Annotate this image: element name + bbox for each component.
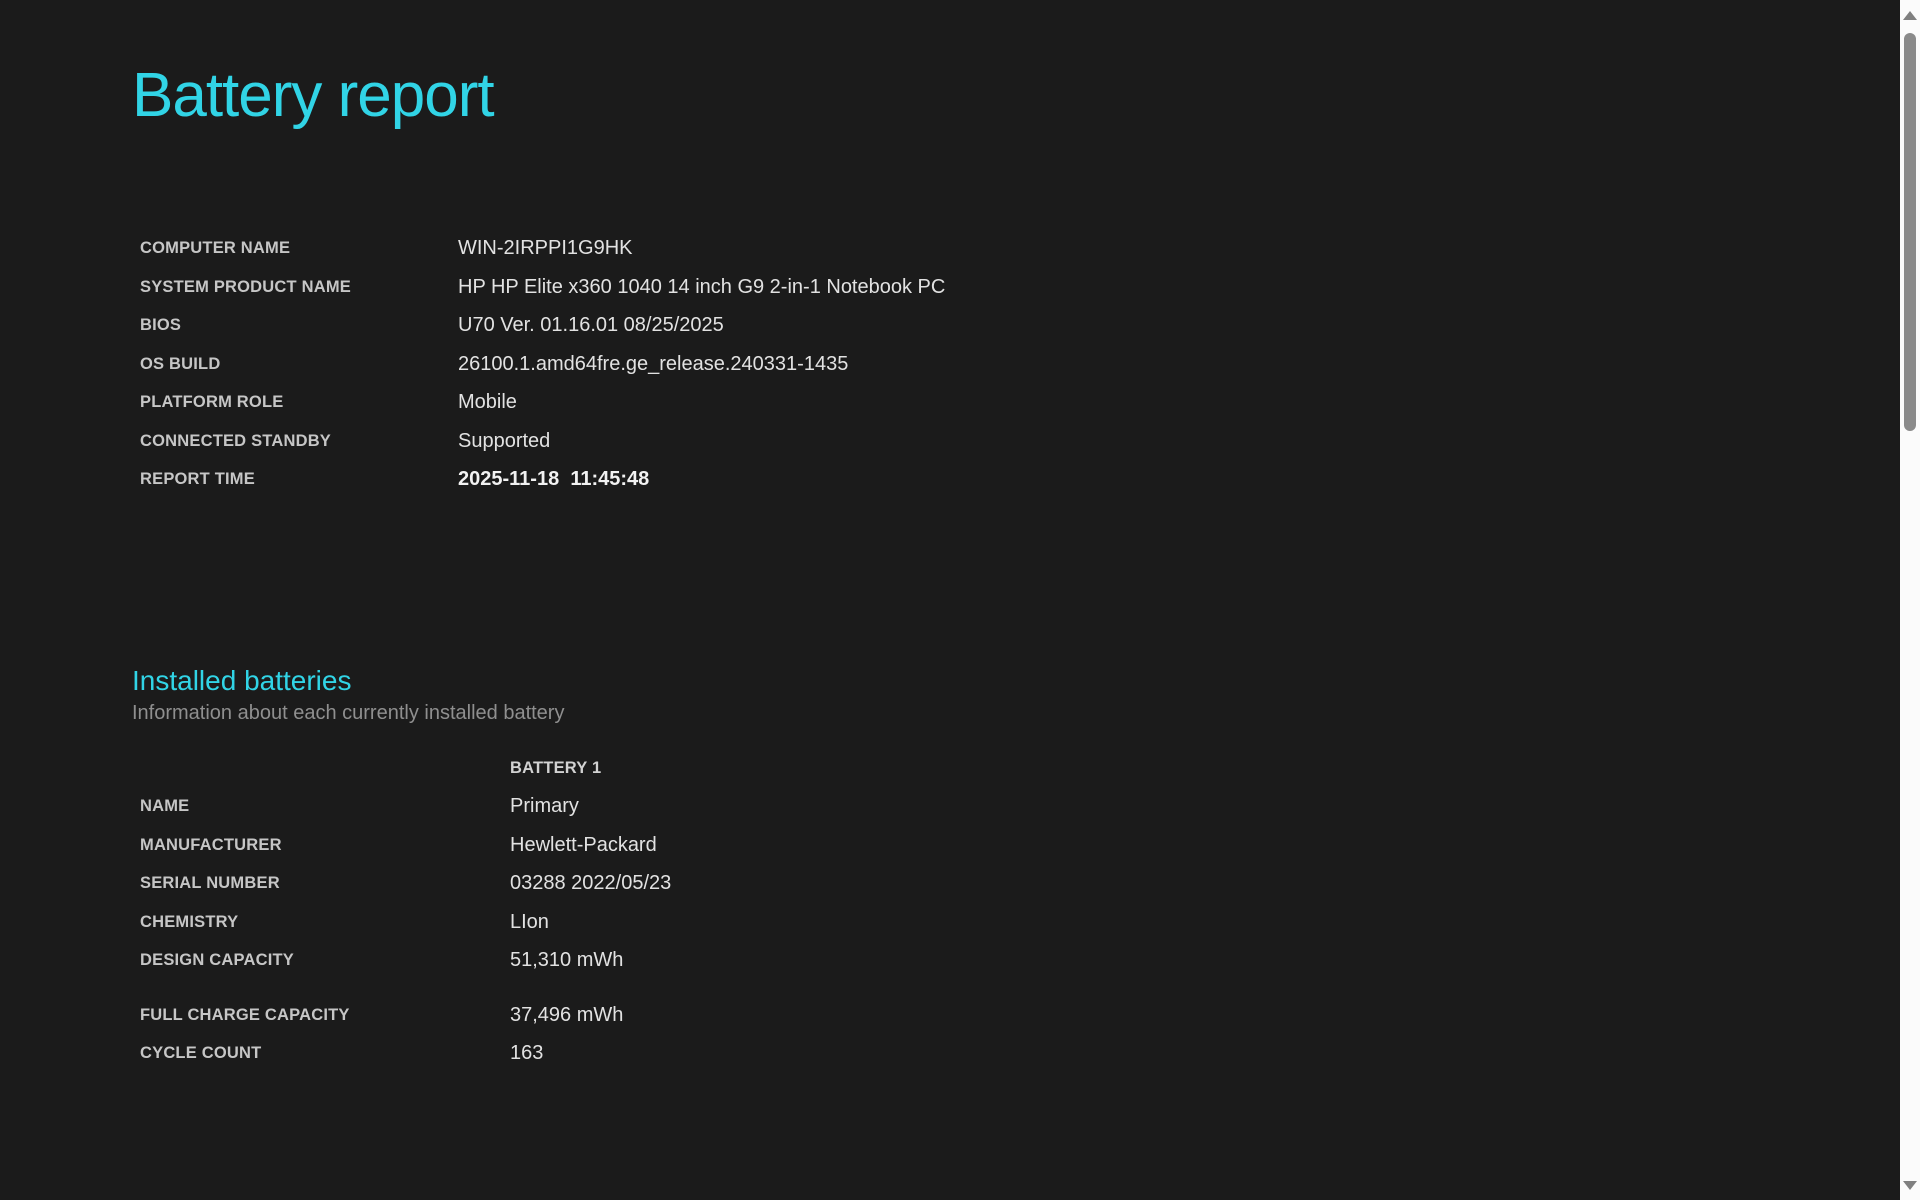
system-info-row: SYSTEM PRODUCT NAME HP HP Elite x360 104… xyxy=(140,268,1900,307)
recent-usage-heading: Recent usage xyxy=(132,1195,1900,1200)
scrollbar-thumb[interactable] xyxy=(1904,33,1916,431)
battery-value-manufacturer: Hewlett-Packard xyxy=(510,833,657,856)
info-value-report-time: 2025-11-18 11:45:48 xyxy=(458,468,650,491)
info-value-connected-standby: Supported xyxy=(458,429,551,452)
battery-column-header: BATTERY 1 xyxy=(510,758,602,777)
info-label-os-build: OS BUILD xyxy=(140,354,221,373)
battery-value-name: Primary xyxy=(510,795,579,818)
battery-row: CHEMISTRY LIon xyxy=(140,903,1900,942)
battery-label-manufacturer: MANUFACTURER xyxy=(140,835,282,854)
info-label-system-product-name: SYSTEM PRODUCT NAME xyxy=(140,277,351,296)
battery-row: FULL CHARGE CAPACITY 37,496 mWh xyxy=(140,996,1900,1035)
system-info-row: REPORT TIME 2025-11-18 11:45:48 xyxy=(140,460,1900,499)
battery-label-name: NAME xyxy=(140,797,190,816)
battery-row: DESIGN CAPACITY 51,310 mWh xyxy=(140,941,1900,980)
battery-value-design-capacity: 51,310 mWh xyxy=(510,949,624,972)
info-label-computer-name: COMPUTER NAME xyxy=(140,239,291,258)
battery-label-design-capacity: DESIGN CAPACITY xyxy=(140,951,294,970)
installed-batteries-subtitle: Information about each currently install… xyxy=(132,701,565,724)
battery-label-full-charge-capacity: FULL CHARGE CAPACITY xyxy=(140,1005,350,1024)
system-info-row: BIOS U70 Ver. 01.16.01 08/25/2025 xyxy=(140,306,1900,345)
installed-batteries-heading: Installed batteries xyxy=(132,664,352,696)
info-value-computer-name: WIN-2IRPPI1G9HK xyxy=(458,237,633,260)
battery-label-serial-number: SERIAL NUMBER xyxy=(140,874,280,893)
scrollbar[interactable] xyxy=(1900,0,1920,1200)
battery-row: SERIAL NUMBER 03288 2022/05/23 xyxy=(140,864,1900,903)
battery-row: CYCLE COUNT 163 xyxy=(140,1034,1900,1073)
scroll-up-button[interactable] xyxy=(1900,0,1920,30)
system-info-row: COMPUTER NAME WIN-2IRPPI1G9HK xyxy=(140,229,1900,268)
info-value-system-product-name: HP HP Elite x360 1040 14 inch G9 2-in-1 … xyxy=(458,275,946,298)
info-value-os-build: 26100.1.amd64fre.ge_release.240331-1435 xyxy=(458,352,849,375)
info-value-platform-role: Mobile xyxy=(458,391,517,414)
battery-table: BATTERY 1 NAME Primary MANUFACTURER Hewl… xyxy=(132,749,1900,1073)
battery-row: MANUFACTURER Hewlett-Packard xyxy=(140,826,1900,865)
info-label-connected-standby: CONNECTED STANDBY xyxy=(140,431,332,450)
info-label-platform-role: PLATFORM ROLE xyxy=(140,393,284,412)
battery-report-page: Battery report COMPUTER NAME WIN-2IRPPI1… xyxy=(0,60,1900,1200)
info-label-bios: BIOS xyxy=(140,316,182,335)
scroll-down-icon xyxy=(1903,1180,1917,1190)
scroll-down-button[interactable] xyxy=(1900,1170,1920,1200)
system-info-table: COMPUTER NAME WIN-2IRPPI1G9HK SYSTEM PRO… xyxy=(132,229,1900,499)
battery-label-chemistry: CHEMISTRY xyxy=(140,912,239,931)
system-info-row: OS BUILD 26100.1.amd64fre.ge_release.240… xyxy=(140,345,1900,384)
scroll-up-icon xyxy=(1903,10,1917,20)
battery-row: NAME Primary xyxy=(140,787,1900,826)
battery-label-cycle-count: CYCLE COUNT xyxy=(140,1044,262,1063)
info-label-report-time: REPORT TIME xyxy=(140,470,255,489)
battery-table-header-row: BATTERY 1 xyxy=(140,749,1900,788)
battery-value-cycle-count: 163 xyxy=(510,1042,544,1065)
battery-value-full-charge-capacity: 37,496 mWh xyxy=(510,1003,624,1026)
system-info-row: PLATFORM ROLE Mobile xyxy=(140,383,1900,422)
page-title: Battery report xyxy=(132,61,495,130)
info-value-bios: U70 Ver. 01.16.01 08/25/2025 xyxy=(458,314,724,337)
battery-value-serial-number: 03288 2022/05/23 xyxy=(510,872,672,895)
battery-value-chemistry: LIon xyxy=(510,910,549,933)
system-info-row: CONNECTED STANDBY Supported xyxy=(140,422,1900,461)
